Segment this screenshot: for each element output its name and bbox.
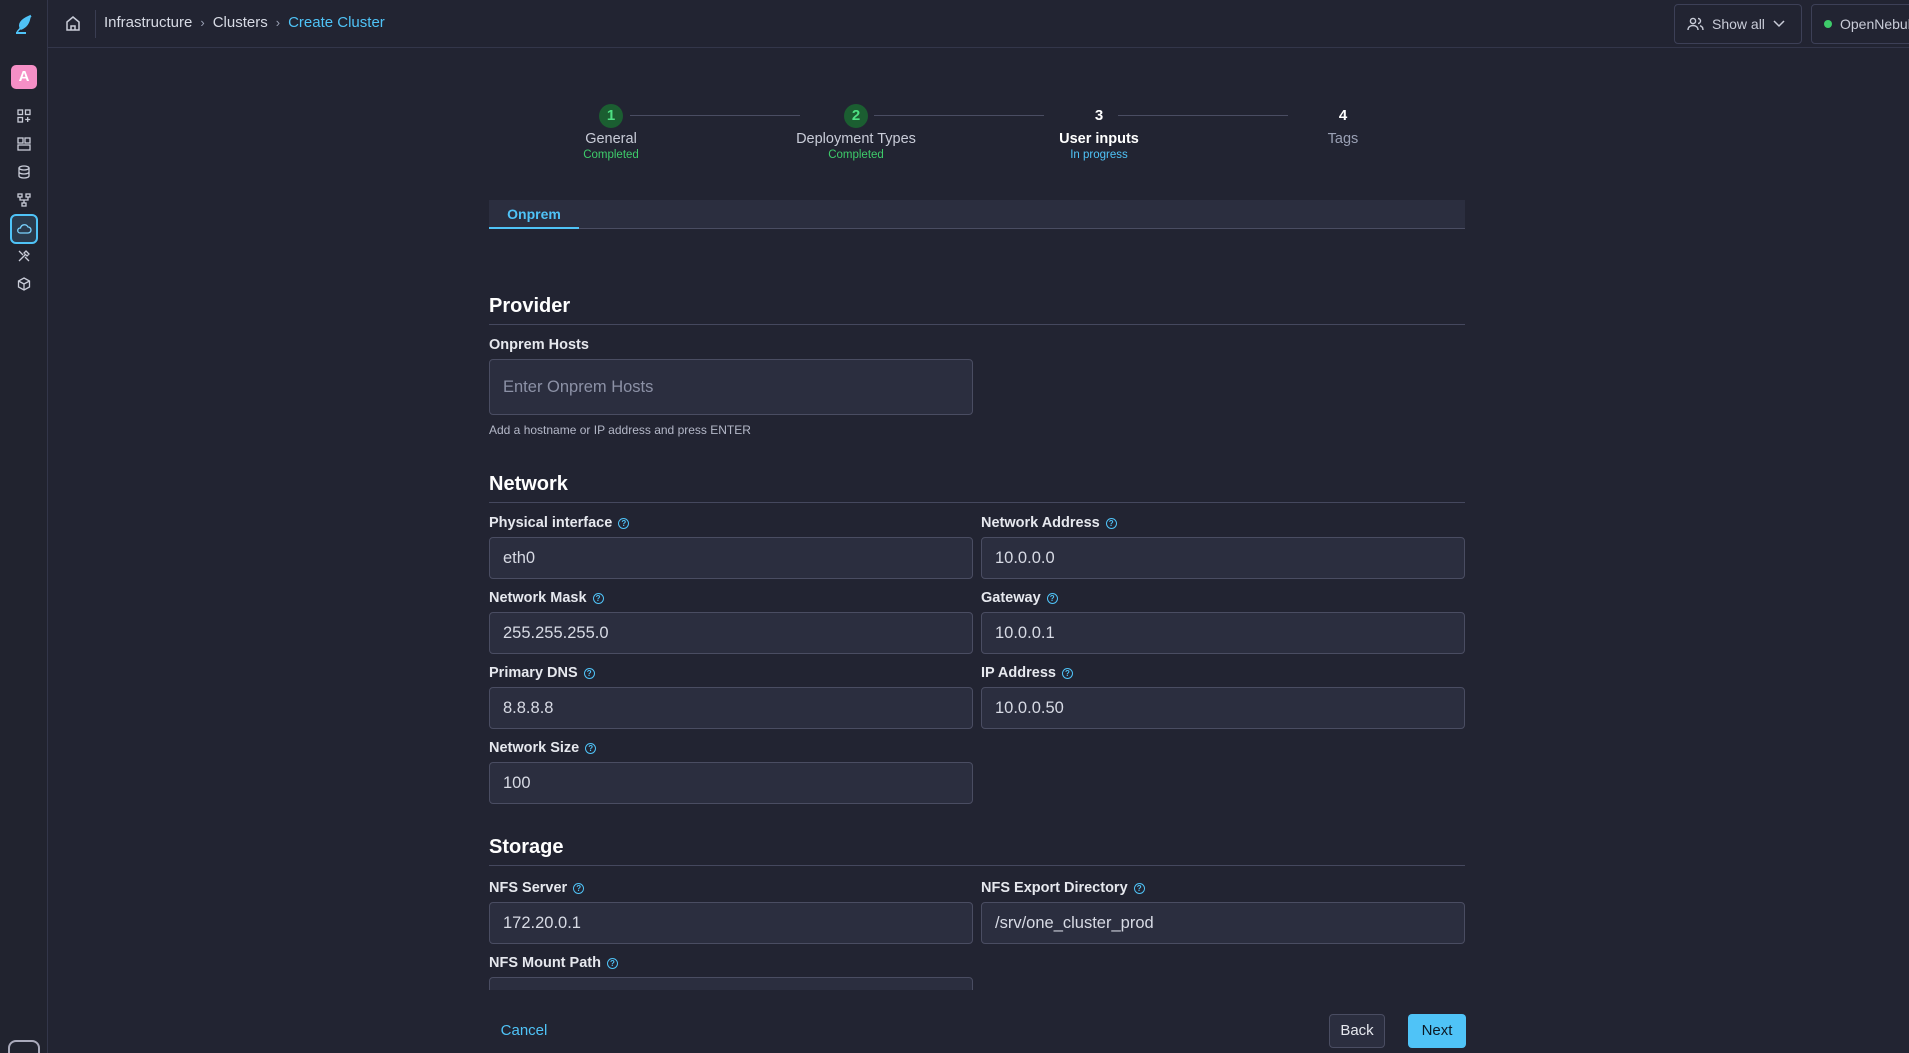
zone-selector-button[interactable]: OpenNebula xyxy=(1811,4,1909,44)
step-number: 1 xyxy=(599,104,623,128)
step-tags[interactable]: 4 Tags xyxy=(1273,104,1413,147)
gateway-input[interactable] xyxy=(981,612,1465,654)
cancel-button[interactable]: Cancel xyxy=(489,1018,559,1044)
step-number: 4 xyxy=(1338,107,1348,124)
field-label: Network Address xyxy=(981,515,1100,531)
zone-status-dot xyxy=(1824,20,1832,28)
chevron-right-icon: › xyxy=(200,15,205,30)
physical-interface-input[interactable] xyxy=(489,537,973,579)
step-status: Completed xyxy=(828,149,884,161)
info-icon[interactable]: ? xyxy=(585,742,597,754)
field-label: Gateway xyxy=(981,590,1041,606)
field-label: Network Size xyxy=(489,740,580,756)
field-network-mask: Network Mask? xyxy=(489,590,973,654)
ip-address-input[interactable] xyxy=(981,687,1465,729)
help-icon[interactable] xyxy=(8,1040,40,1053)
breadcrumb-infrastructure[interactable]: Infrastructure xyxy=(104,14,192,31)
field-physical-interface: Physical interface? xyxy=(489,515,973,579)
info-icon[interactable]: ? xyxy=(1105,517,1117,529)
step-deployment-types[interactable]: 2 Deployment Types Completed xyxy=(785,104,927,161)
users-icon xyxy=(1687,17,1704,31)
field-network-address: Network Address? xyxy=(981,515,1465,579)
zone-label: OpenNebula xyxy=(1840,16,1909,32)
breadcrumb-clusters[interactable]: Clusters xyxy=(213,14,268,31)
step-general[interactable]: 1 General Completed xyxy=(541,104,681,161)
templates-icon[interactable] xyxy=(10,131,38,157)
nfs-server-input[interactable] xyxy=(489,902,973,944)
field-gateway: Gateway? xyxy=(981,590,1465,654)
breadcrumb: Infrastructure › Clusters › Create Clust… xyxy=(104,14,385,31)
primary-dns-input[interactable] xyxy=(489,687,973,729)
step-label: Deployment Types xyxy=(796,131,916,147)
step-label: Tags xyxy=(1327,131,1359,147)
nfs-export-directory-input[interactable] xyxy=(981,902,1465,944)
step-number: 2 xyxy=(844,104,868,128)
info-icon[interactable]: ? xyxy=(1046,592,1058,604)
divider xyxy=(95,10,96,38)
stepper: 1 General Completed 2 Deployment Types C… xyxy=(489,104,1463,174)
info-icon[interactable]: ? xyxy=(618,517,630,529)
marketplace-icon[interactable] xyxy=(10,271,38,297)
step-user-inputs[interactable]: 3 User inputs In progress xyxy=(1029,104,1169,161)
onprem-hosts-helper: Add a hostname or IP address and press E… xyxy=(489,423,751,437)
network-size-input[interactable] xyxy=(489,762,973,804)
step-number: 3 xyxy=(1094,107,1104,124)
field-onprem-hosts: Onprem Hosts Add a hostname or IP addres… xyxy=(489,337,973,437)
onprem-hosts-input[interactable] xyxy=(489,359,973,415)
field-label: Onprem Hosts xyxy=(489,337,589,353)
info-icon[interactable]: ? xyxy=(592,592,604,604)
sidebar: A xyxy=(0,0,48,1053)
cloud-icon[interactable] xyxy=(10,214,38,244)
field-label: NFS Export Directory xyxy=(981,880,1128,896)
user-inputs-form: Provider Onprem Hosts Add a hostname or … xyxy=(489,290,1465,990)
avatar[interactable]: A xyxy=(11,65,37,89)
field-nfs-export-directory: NFS Export Directory? xyxy=(981,880,1465,944)
next-button[interactable]: Next xyxy=(1408,1014,1466,1048)
feather-logo-icon[interactable] xyxy=(12,12,36,36)
field-network-size: Network Size? xyxy=(489,740,973,804)
field-nfs-server: NFS Server? xyxy=(489,880,973,944)
field-label: Primary DNS xyxy=(489,665,578,681)
step-status: Completed xyxy=(583,149,639,161)
field-label: Network Mask xyxy=(489,590,587,606)
field-label: Physical interface xyxy=(489,515,613,531)
step-status: In progress xyxy=(1070,149,1128,161)
info-icon[interactable]: ? xyxy=(1133,882,1145,894)
breadcrumb-create-cluster: Create Cluster xyxy=(288,14,385,31)
back-button[interactable]: Back xyxy=(1329,1014,1385,1048)
dashboard-icon[interactable] xyxy=(10,103,38,129)
field-primary-dns: Primary DNS? xyxy=(489,665,973,729)
section-title-network: Network xyxy=(489,473,1465,503)
tab-onprem[interactable]: Onprem xyxy=(489,200,579,229)
network-icon[interactable] xyxy=(10,187,38,213)
show-all-label: Show all xyxy=(1712,16,1765,32)
network-address-input[interactable] xyxy=(981,537,1465,579)
top-bar: Infrastructure › Clusters › Create Clust… xyxy=(48,0,1909,48)
section-title-provider: Provider xyxy=(489,295,1465,325)
info-icon[interactable]: ? xyxy=(583,667,595,679)
network-mask-input[interactable] xyxy=(489,612,973,654)
nfs-mount-path-input[interactable] xyxy=(489,977,973,990)
field-label: IP Address xyxy=(981,665,1056,681)
tools-icon[interactable] xyxy=(10,243,38,269)
chevron-down-icon xyxy=(1773,20,1785,28)
home-icon[interactable] xyxy=(64,14,84,34)
info-icon[interactable]: ? xyxy=(1061,667,1073,679)
tab-bar: Onprem xyxy=(489,200,1465,229)
field-nfs-mount-path: NFS Mount Path? xyxy=(489,955,973,990)
field-label: NFS Server xyxy=(489,880,568,896)
section-title-storage: Storage xyxy=(489,836,1465,866)
field-ip-address: IP Address? xyxy=(981,665,1465,729)
info-icon[interactable]: ? xyxy=(606,957,618,969)
step-label: User inputs xyxy=(1059,131,1139,147)
field-label: NFS Mount Path xyxy=(489,955,601,971)
chevron-right-icon: › xyxy=(275,15,281,30)
step-label: General xyxy=(585,131,637,147)
storage-icon[interactable] xyxy=(10,159,38,185)
info-icon[interactable]: ? xyxy=(573,882,585,894)
show-all-button[interactable]: Show all xyxy=(1674,4,1802,44)
